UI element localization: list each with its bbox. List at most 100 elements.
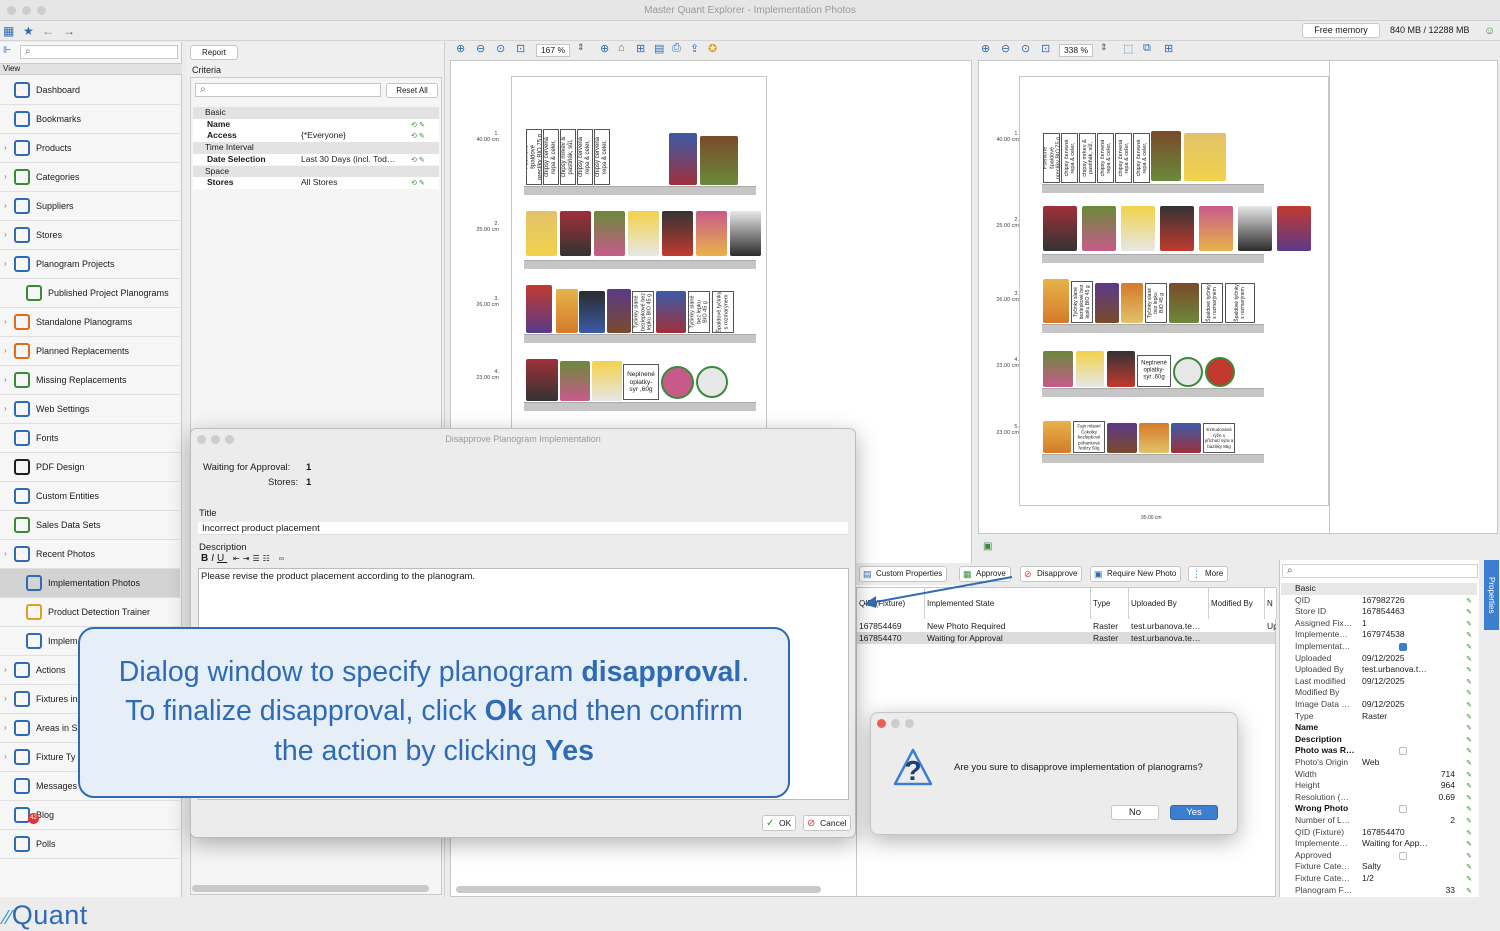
sidebar-item-standalone-planograms[interactable]: › Standalone Planograms <box>0 308 180 337</box>
product-pack[interactable] <box>730 211 761 256</box>
edit-icon[interactable]: ✎ <box>1466 770 1472 781</box>
sidebar-item-planogram-projects[interactable]: › Planogram Projects <box>0 250 180 279</box>
text-product[interactable]: Špaldové tyčinky s rozmarýnem <box>1225 283 1255 323</box>
grid-column-header[interactable]: N <box>1265 588 1277 619</box>
property-row[interactable]: Uploaded 09/12/2025 ✎ <box>1281 653 1477 665</box>
edit-icon[interactable]: ✎ <box>1466 851 1472 862</box>
criteria-row[interactable]: Stores All Stores ⟲✎ <box>193 177 439 189</box>
property-row[interactable]: Photo was R… ✎ <box>1281 745 1477 757</box>
edit-icon[interactable]: ✎ <box>1466 700 1472 711</box>
chevron-right-icon[interactable]: › <box>4 143 7 152</box>
compare-icon[interactable]: ⧉ <box>1143 42 1151 55</box>
product-pack[interactable] <box>1184 133 1226 181</box>
sidebar-item-published-project-planograms[interactable]: Published Project Planograms <box>0 279 180 308</box>
property-row[interactable]: Planogram F… 33 ✎ <box>1281 885 1477 897</box>
property-row[interactable]: Description ✎ <box>1281 734 1477 746</box>
edit-icon[interactable]: ⟲✎ <box>411 120 427 129</box>
panel-toggle-icon[interactable]: ▦ <box>3 23 14 39</box>
text-product[interactable]: Zeleninové chipsy červená repa & celer, … <box>1133 133 1150 183</box>
chevron-right-icon[interactable]: › <box>4 346 7 355</box>
forward-arrow-icon[interactable]: → <box>63 23 75 39</box>
property-row[interactable]: Last modified 09/12/2025 ✎ <box>1281 676 1477 688</box>
numbered-list-icon[interactable]: ☰ <box>252 554 262 563</box>
criteria-row[interactable]: Date Selection Last 30 Days (incl. Tod… ⟲✎ <box>193 153 439 166</box>
bullet-list-icon[interactable]: ☷ <box>263 554 273 563</box>
product-pack[interactable] <box>1043 279 1069 323</box>
product-pack[interactable] <box>1043 351 1073 387</box>
product-round[interactable] <box>661 366 694 399</box>
underline-icon[interactable]: U <box>217 553 227 564</box>
text-product[interactable]: Špaldové tyčinky s rozmarýnem <box>712 291 734 333</box>
chevron-right-icon[interactable]: › <box>4 723 7 732</box>
product-pack[interactable] <box>1121 283 1143 323</box>
product-pack[interactable] <box>1238 206 1272 251</box>
checkbox[interactable] <box>1399 643 1407 651</box>
zoom-stepper-icon[interactable]: ⇕ <box>1100 42 1108 53</box>
require-new-photo-button[interactable]: ▣ Require New Photo <box>1090 566 1182 582</box>
tag-icon[interactable]: ⌂ <box>618 42 625 54</box>
sidebar-item-web-settings[interactable]: › Web Settings <box>0 395 180 424</box>
confirm-close-button[interactable] <box>877 719 886 728</box>
text-product[interactable]: Zeleninové chipsy červená repa & celer, … <box>543 129 559 185</box>
product-pack[interactable] <box>628 211 659 256</box>
text-product[interactable]: Neplnené oplatky- syr ,60g <box>623 364 659 400</box>
zoom-search-icon[interactable]: ⊕ <box>600 42 609 55</box>
product-pack[interactable] <box>1043 206 1077 251</box>
edit-icon[interactable]: ✎ <box>1466 816 1472 827</box>
edit-icon[interactable]: ✎ <box>1466 723 1472 734</box>
product-pack[interactable] <box>1171 423 1201 453</box>
text-product[interactable]: Zeleninové chipsy červená repa & celer, … <box>1097 133 1114 183</box>
title-input[interactable]: Incorrect product placement <box>198 522 848 535</box>
product-pack[interactable] <box>1043 421 1071 453</box>
edit-icon[interactable]: ✎ <box>1466 886 1472 897</box>
product-pack[interactable] <box>1139 423 1169 453</box>
product-pack[interactable] <box>526 285 552 333</box>
product-pack[interactable] <box>560 361 590 401</box>
product-pack[interactable] <box>700 136 738 185</box>
sidebar-item-missing-replacements[interactable]: › Missing Replacements <box>0 366 180 395</box>
product-pack[interactable] <box>1095 283 1119 323</box>
property-row[interactable]: Resolution (… 0.69 ✎ <box>1281 792 1477 804</box>
product-pack[interactable] <box>526 359 558 401</box>
grid-row[interactable]: 167854470 Waiting for Approval Raster test.… <box>857 632 1275 644</box>
product-round[interactable] <box>1205 357 1235 387</box>
property-row[interactable]: Fixture Cate… Salty ✎ <box>1281 861 1477 873</box>
confirm-minimize-button[interactable] <box>891 719 900 728</box>
grid-column-header[interactable]: Modified By <box>1209 588 1265 619</box>
check-badge-icon[interactable]: ✪ <box>708 42 717 55</box>
edit-icon[interactable]: ✎ <box>1466 642 1472 653</box>
sidebar-item-blog[interactable]: Blog <box>0 801 180 830</box>
edit-icon[interactable]: ✎ <box>1466 735 1472 746</box>
zoom-in-icon[interactable]: ⊕ <box>456 42 465 55</box>
checkbox[interactable] <box>1399 851 1407 860</box>
chevron-right-icon[interactable]: › <box>4 549 7 558</box>
product-pack[interactable] <box>1107 423 1137 453</box>
print-icon[interactable]: ⎙ <box>672 42 681 55</box>
link-icon[interactable]: ∞ <box>279 554 288 563</box>
text-product[interactable]: Tyčinky slané bezlepkové bez lepku BIO 4… <box>1071 281 1093 323</box>
product-pack[interactable] <box>669 133 697 185</box>
chevron-right-icon[interactable]: › <box>4 752 7 761</box>
property-row[interactable]: QID (Fixture) 167854470 ✎ <box>1281 827 1477 839</box>
product-round[interactable] <box>1173 357 1203 387</box>
criteria-scrollbar[interactable] <box>192 885 429 892</box>
text-product[interactable]: Zeleninové chipsy červená repa & celer, … <box>1115 133 1132 183</box>
sidebar-item-custom-entities[interactable]: Custom Entities <box>0 482 180 511</box>
property-row[interactable]: Implemente… 167974538 ✎ <box>1281 629 1477 641</box>
product-pack[interactable] <box>1199 206 1233 251</box>
zoom-fit-icon[interactable]: ⊙ <box>496 42 505 55</box>
text-product[interactable]: Tyčinky slané bez lepku BIO 45 g <box>688 291 710 333</box>
edit-icon[interactable]: ✎ <box>1466 654 1472 665</box>
grid-icon[interactable]: ▤ <box>654 42 664 55</box>
product-pack[interactable] <box>556 289 578 333</box>
yes-button[interactable]: Yes <box>1170 805 1218 820</box>
chevron-right-icon[interactable]: › <box>4 230 7 239</box>
product-pack[interactable] <box>560 211 591 256</box>
product-pack[interactable] <box>1107 351 1135 387</box>
grid-column-header[interactable]: Type <box>1091 588 1129 619</box>
edit-icon[interactable]: ✎ <box>1466 596 1472 607</box>
sidebar-item-polls[interactable]: Polls <box>0 830 180 859</box>
layers-icon[interactable]: ⊞ <box>636 42 645 55</box>
properties-side-tab[interactable]: Properties <box>1484 560 1499 630</box>
zoom-in-icon[interactable]: ⊕ <box>981 42 990 55</box>
